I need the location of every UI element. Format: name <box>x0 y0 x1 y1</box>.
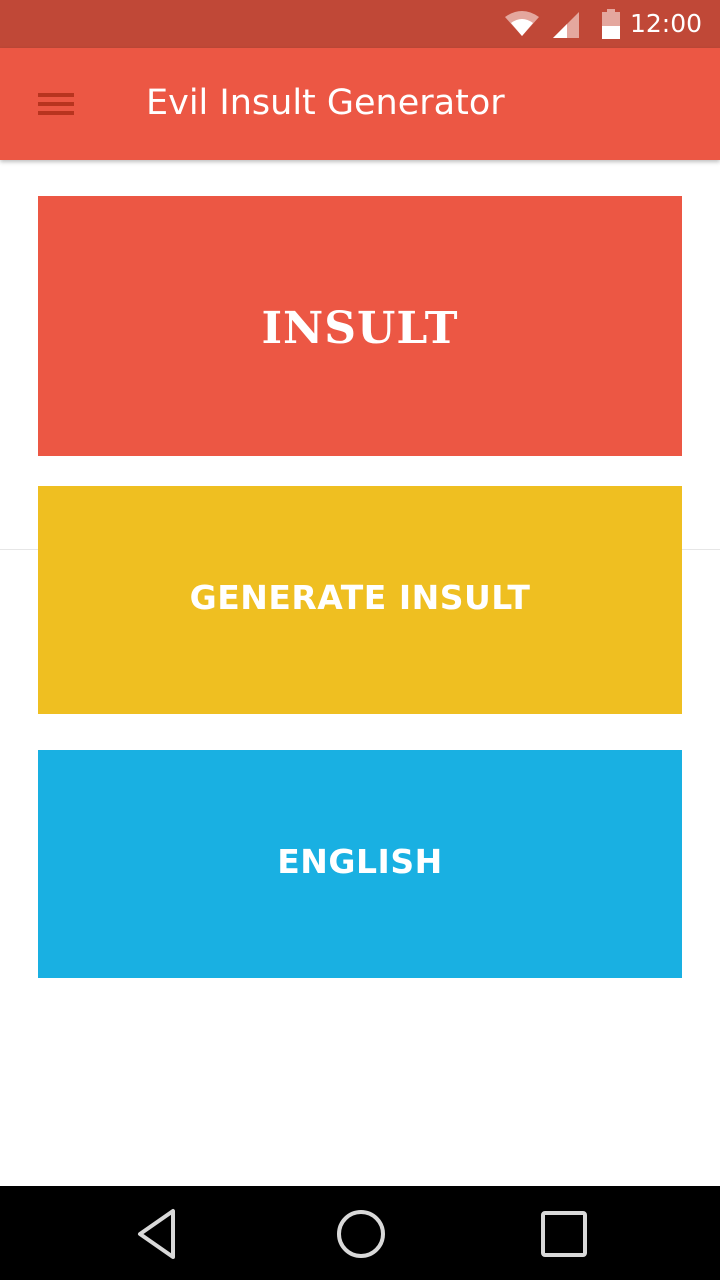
language-label: ENGLISH <box>277 841 443 881</box>
home-button[interactable] <box>329 1202 393 1266</box>
recents-button[interactable] <box>532 1202 596 1266</box>
app-bar: Evil Insult Generator <box>0 48 720 160</box>
wifi-icon <box>504 11 540 41</box>
menu-button[interactable] <box>22 72 90 136</box>
language-button[interactable]: ENGLISH <box>38 750 682 978</box>
home-icon <box>337 1210 385 1258</box>
battery-icon <box>601 9 621 43</box>
app-screen: 12:00 Evil Insult Generator INSULT GENER… <box>0 0 720 1280</box>
status-time: 12:00 <box>629 9 702 38</box>
app-title: Evil Insult Generator <box>146 83 505 123</box>
insult-card: INSULT <box>38 196 682 456</box>
insult-text: INSULT <box>261 302 459 354</box>
status-bar: 12:00 <box>0 0 720 48</box>
generate-insult-label: GENERATE INSULT <box>189 577 531 617</box>
cell-signal-icon <box>553 12 579 42</box>
navigation-bar <box>0 1186 720 1280</box>
back-icon <box>138 1209 175 1259</box>
generate-insult-button[interactable]: GENERATE INSULT <box>38 486 682 714</box>
recents-icon <box>541 1211 587 1257</box>
back-button[interactable] <box>128 1202 192 1266</box>
